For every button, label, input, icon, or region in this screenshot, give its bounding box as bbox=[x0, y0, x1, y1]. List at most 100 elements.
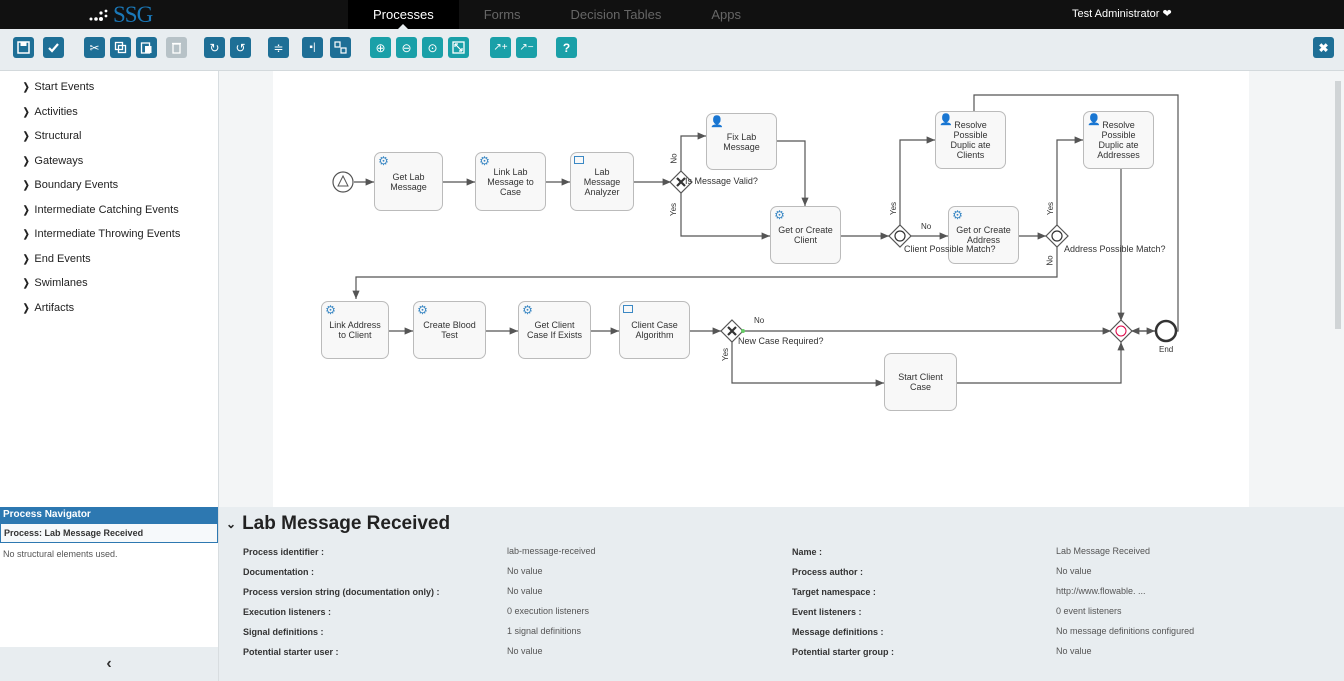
property-value[interactable]: No value bbox=[507, 646, 543, 656]
task-get-or-create-address[interactable]: ⚙ Get or Create Address bbox=[948, 206, 1019, 264]
tab-apps[interactable]: Apps bbox=[686, 0, 766, 29]
delete-button[interactable] bbox=[166, 37, 187, 58]
tab-forms[interactable]: Forms bbox=[459, 0, 546, 29]
task-create-blood-test[interactable]: ⚙ Create Blood Test bbox=[413, 301, 486, 359]
tab-decision-tables[interactable]: Decision Tables bbox=[546, 0, 687, 29]
property-value[interactable]: 1 signal definitions bbox=[507, 626, 581, 636]
task-get-or-create-client[interactable]: ⚙ Get or Create Client bbox=[770, 206, 841, 264]
task-client-case-algorithm[interactable]: Client Case Algorithm bbox=[619, 301, 690, 359]
align-horizontal-icon: ≑ bbox=[273, 40, 284, 55]
property-value[interactable]: No value bbox=[507, 586, 543, 596]
validate-button[interactable] bbox=[43, 37, 64, 58]
bend-point-remove-icon: ↗− bbox=[519, 41, 534, 53]
service-task-gear-icon: ⚙ bbox=[417, 303, 428, 317]
canvas-vertical-scrollbar[interactable] bbox=[1334, 75, 1342, 503]
palette-intermediate-catching-events[interactable]: ❯ Intermediate Catching Events bbox=[0, 198, 218, 223]
user-task-icon: 👤 bbox=[710, 116, 724, 128]
property-value[interactable]: No value bbox=[507, 566, 543, 576]
flow-label-no: No bbox=[921, 222, 932, 231]
editor-toolbar: ✂ ↻ ↺ ≑ ▪| ⊕ ⊖ ⊙ ↗+ ↗− ? ✖ bbox=[0, 29, 1344, 71]
property-value[interactable]: 0 event listeners bbox=[1056, 606, 1122, 616]
paste-icon bbox=[140, 42, 152, 54]
property-value[interactable]: No message definitions configured bbox=[1056, 626, 1194, 636]
property-value[interactable]: 0 execution listeners bbox=[507, 606, 589, 616]
app-logo[interactable]: SSG bbox=[88, 2, 153, 28]
palette-artifacts[interactable]: ❯ Artifacts bbox=[0, 296, 218, 321]
task-link-address-to-client[interactable]: ⚙ Link Address to Client bbox=[321, 301, 389, 359]
task-get-lab-message[interactable]: ⚙ Get Lab Message bbox=[374, 152, 443, 211]
close-editor-button[interactable]: ✖ bbox=[1313, 37, 1334, 58]
main-nav-tabs: Processes Forms Decision Tables Apps bbox=[348, 0, 766, 30]
property-value[interactable]: lab-message-received bbox=[507, 546, 596, 556]
palette-end-events[interactable]: ❯ End Events bbox=[0, 247, 218, 272]
help-button[interactable]: ? bbox=[556, 37, 577, 58]
add-bendpoint-button[interactable]: ↗+ bbox=[490, 37, 511, 58]
save-button[interactable] bbox=[13, 37, 34, 58]
copy-button[interactable] bbox=[110, 37, 131, 58]
navigator-process-item[interactable]: Process: Lab Message Received bbox=[0, 523, 218, 543]
task-lab-message-analyzer[interactable]: Lab Message Analyzer bbox=[570, 152, 634, 211]
align-vertical-icon: ▪| bbox=[309, 41, 316, 53]
zoom-out-button[interactable]: ⊖ bbox=[396, 37, 417, 58]
collapse-panel-button[interactable]: ‹ bbox=[0, 647, 218, 681]
property-key: Name : bbox=[792, 547, 823, 557]
property-key: Signal definitions : bbox=[243, 627, 324, 637]
properties-title[interactable]: ⌄ Lab Message Received bbox=[226, 513, 450, 535]
task-get-client-case[interactable]: ⚙ Get Client Case If Exists bbox=[518, 301, 591, 359]
scrollbar-thumb[interactable] bbox=[1335, 81, 1341, 329]
undo-button[interactable]: ↺ bbox=[230, 37, 251, 58]
tab-processes[interactable]: Processes bbox=[348, 0, 459, 30]
zoom-actual-icon: ⊙ bbox=[427, 40, 438, 55]
same-size-button[interactable] bbox=[330, 37, 351, 58]
zoom-fit-icon bbox=[452, 41, 465, 54]
task-resolve-duplicate-addresses[interactable]: 👤 Resolve Possible Duplic ate Addresses bbox=[1083, 111, 1154, 169]
flow-label-yes: Yes bbox=[669, 202, 679, 217]
property-value[interactable]: No value bbox=[1056, 646, 1092, 656]
palette-structural[interactable]: ❯ Structural bbox=[0, 124, 218, 149]
task-fix-lab-message[interactable]: 👤 Fix Lab Message bbox=[706, 113, 777, 170]
gateway-label-address-match: Address Possible Match? bbox=[1064, 244, 1166, 254]
shape-palette: ❯ Start Events ❯ Activities ❯ Structural ❯ G… bbox=[0, 71, 219, 507]
paste-button[interactable] bbox=[136, 37, 157, 58]
palette-activities[interactable]: ❯ Activities bbox=[0, 100, 218, 125]
palette-boundary-events[interactable]: ❯ Boundary Events bbox=[0, 173, 218, 198]
palette-swimlanes[interactable]: ❯ Swimlanes bbox=[0, 271, 218, 296]
canvas-area: ⚙ Get Lab Message ⚙ Link Lab Message to Ca… bbox=[219, 71, 1344, 507]
property-row: Process version string (documentation on… bbox=[219, 581, 1344, 601]
chevron-down-icon: ⌄ bbox=[226, 516, 237, 531]
end-event bbox=[1154, 319, 1178, 343]
navigator-title: Process Navigator bbox=[0, 507, 218, 523]
zoom-actual-button[interactable]: ⊙ bbox=[422, 37, 443, 58]
zoom-fit-button[interactable] bbox=[448, 37, 469, 58]
process-canvas[interactable]: ⚙ Get Lab Message ⚙ Link Lab Message to Ca… bbox=[273, 71, 1249, 507]
zoom-in-button[interactable]: ⊕ bbox=[370, 37, 391, 58]
task-link-lab-message[interactable]: ⚙ Link Lab Message to Case bbox=[475, 152, 546, 211]
property-key: Execution listeners : bbox=[243, 607, 332, 617]
property-value[interactable]: Lab Message Received bbox=[1056, 546, 1150, 556]
task-start-client-case[interactable]: Start Client Case bbox=[884, 353, 957, 411]
property-value[interactable]: http://www.flowable. ... bbox=[1056, 586, 1146, 596]
cut-button[interactable]: ✂ bbox=[84, 37, 105, 58]
copy-icon bbox=[114, 41, 127, 54]
navigator-empty-message: No structural elements used. bbox=[3, 549, 118, 559]
property-key: Process author : bbox=[792, 567, 864, 577]
zoom-out-icon: ⊖ bbox=[401, 40, 412, 55]
palette-start-events[interactable]: ❯ Start Events bbox=[0, 75, 218, 100]
properties-table: Process identifier : lab-message-receive… bbox=[219, 541, 1344, 661]
palette-intermediate-throwing-events[interactable]: ❯ Intermediate Throwing Events bbox=[0, 222, 218, 247]
service-task-gear-icon: ⚙ bbox=[522, 303, 533, 317]
property-key: Potential starter user : bbox=[243, 647, 339, 657]
property-key: Documentation : bbox=[243, 567, 314, 577]
property-key: Potential starter group : bbox=[792, 647, 895, 657]
property-value[interactable]: No value bbox=[1056, 566, 1092, 576]
validate-icon bbox=[48, 43, 59, 53]
palette-gateways[interactable]: ❯ Gateways bbox=[0, 149, 218, 174]
align-vertical-button[interactable]: ▪| bbox=[302, 37, 323, 58]
task-resolve-duplicate-clients[interactable]: 👤 Resolve Possible Duplic ate Clients bbox=[935, 111, 1006, 169]
remove-bendpoint-button[interactable]: ↗− bbox=[516, 37, 537, 58]
align-horizontal-button[interactable]: ≑ bbox=[268, 37, 289, 58]
user-menu[interactable]: Test Administrator ❤ bbox=[1072, 0, 1172, 29]
redo-button[interactable]: ↻ bbox=[204, 37, 225, 58]
chevron-right-icon: ❯ bbox=[22, 302, 30, 314]
chevron-right-icon: ❯ bbox=[22, 204, 30, 216]
